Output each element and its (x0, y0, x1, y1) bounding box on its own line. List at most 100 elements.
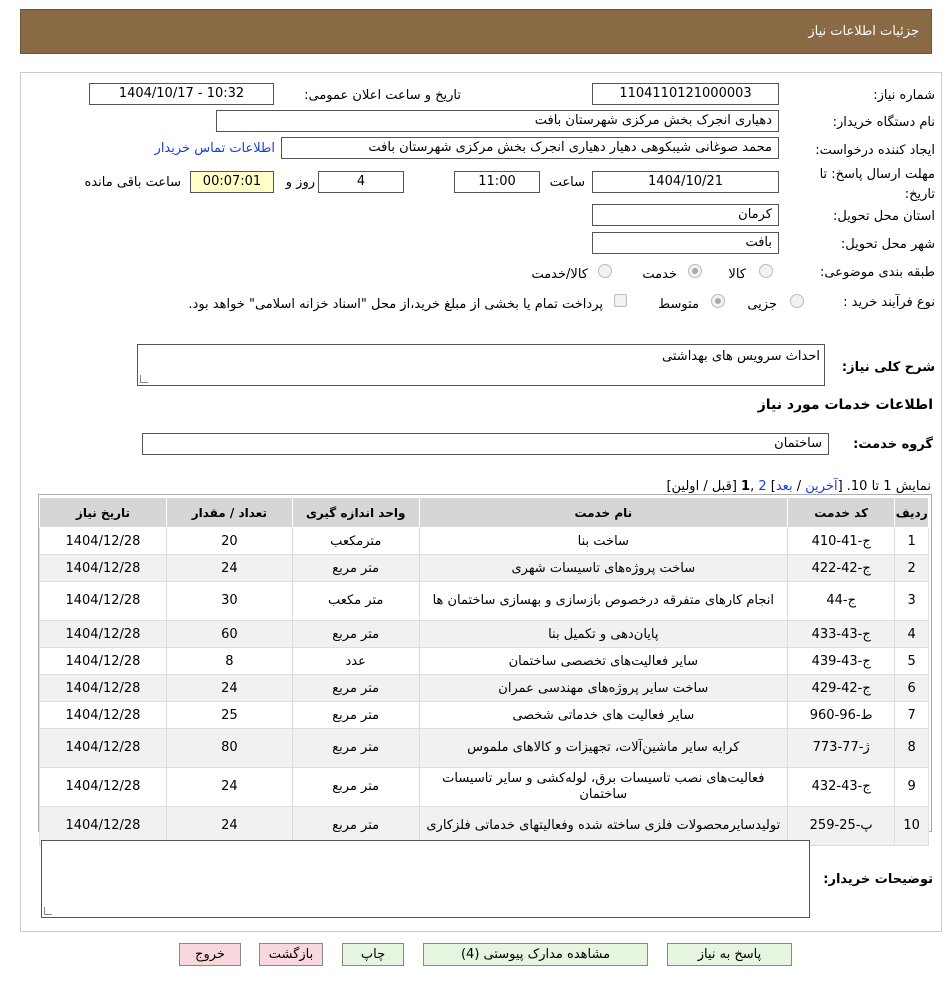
requester-label: ایجاد کننده درخواست: (815, 143, 935, 158)
pagination-last-link[interactable]: آخرین (805, 479, 837, 494)
pagination-bracket: ] (766, 479, 776, 494)
cell-quantity: 80 (165, 728, 293, 768)
services-table-container: ردیف کد خدمت نام خدمت واحد اندازه گیری ت… (38, 494, 932, 846)
cell-need-date: 1404/12/28 (39, 647, 167, 675)
cell-need-date: 1404/12/28 (39, 674, 167, 702)
pagination-page-2[interactable]: 2 (758, 479, 766, 494)
process-option-minor: جزیی (747, 297, 777, 312)
cell-row-number: 5 (894, 647, 929, 675)
category-option-service: خدمت (642, 267, 677, 282)
cell-service-code: ج-42-422 (786, 554, 896, 582)
summary-textarea[interactable]: احداث سرویس های بهداشتی (137, 344, 825, 386)
process-radio-medium[interactable] (711, 294, 725, 308)
page-header: جزئیات اطلاعات نیاز (20, 9, 932, 54)
buyer-org-field: دهیاری انجرک بخش مرکزی شهرستان بافت (216, 110, 779, 132)
need-number-field: 1104110121000003 (592, 83, 779, 105)
cell-service-code: ج-41-410 (786, 527, 896, 555)
cell-service-name: ساخت سایر پروژه‌های مهندسی عمران (418, 674, 788, 702)
col-header-service-code: کد خدمت (786, 497, 896, 528)
table-row: 4 ج-43-433 پایان‌دهی و تکمیل بنا متر مربع 60… (39, 620, 929, 648)
category-radio-goods[interactable] (759, 264, 773, 278)
category-radio-goods-service[interactable] (598, 264, 612, 278)
cell-service-code: ط-96-960 (786, 701, 896, 729)
cell-quantity: 8 (165, 647, 293, 675)
cell-unit: مترمکعب (291, 527, 420, 555)
cell-quantity: 25 (165, 701, 293, 729)
pagination-separator: / (792, 479, 806, 494)
cell-quantity: 24 (165, 767, 293, 807)
cell-quantity: 30 (165, 581, 293, 621)
deadline-time-label: ساعت (549, 175, 585, 190)
announce-label: تاریخ و ساعت اعلان عمومی: (304, 88, 461, 103)
city-field: بافت (592, 232, 779, 254)
cell-need-date: 1404/12/28 (39, 554, 167, 582)
buyer-notes-textarea[interactable] (41, 840, 810, 918)
cell-quantity: 20 (165, 527, 293, 555)
cell-service-name: پایان‌دهی و تکمیل بنا (418, 620, 788, 648)
cell-row-number: 1 (894, 527, 929, 555)
need-number-label: شماره نیاز: (873, 88, 935, 103)
table-row: 5 ج-43-439 سایر فعالیت‌های تخصصی ساختمان عد… (39, 647, 929, 675)
deadline-time-field: 11:00 (454, 171, 540, 193)
treasury-checkbox[interactable] (614, 294, 627, 307)
cell-service-name: سایر فعالیت‌های تخصصی ساختمان (418, 647, 788, 675)
service-group-field: ساختمان (142, 433, 829, 455)
services-section-title: اطلاعات خدمات مورد نیاز (757, 397, 933, 413)
col-header-row-number: ردیف (894, 497, 929, 528)
process-radio-minor[interactable] (790, 294, 804, 308)
buyer-contact-link[interactable]: اطلاعات تماس خریدار (155, 141, 275, 156)
cell-row-number: 10 (894, 806, 929, 846)
province-field: کرمان (592, 204, 779, 226)
cell-need-date: 1404/12/28 (39, 620, 167, 648)
summary-label: شرح کلی نیاز: (841, 360, 935, 375)
cell-service-name: ساخت بنا (418, 527, 788, 555)
days-field: 4 (318, 171, 404, 193)
cell-need-date: 1404/12/28 (39, 728, 167, 768)
treasury-note: پرداخت تمام یا بخشی از مبلغ خرید،از محل … (188, 297, 603, 312)
cell-unit: متر مربع (291, 620, 420, 648)
pagination-text: نمایش 1 تا 10. [ (837, 479, 931, 494)
cell-row-number: 7 (894, 701, 929, 729)
cell-service-name: سایر فعالیت های خدماتی شخصی (418, 701, 788, 729)
pagination-prev-first: [قبل / اولین] (666, 479, 742, 494)
cell-service-code: ج-43-432 (786, 767, 896, 807)
cell-quantity: 60 (165, 620, 293, 648)
announce-field: 1404/10/17 - 10:32 (89, 83, 274, 105)
view-attachments-button[interactable]: مشاهده مدارک پیوستی (4) (423, 943, 648, 966)
pagination: نمایش 1 تا 10. [آخرین / بعد] 2 ,1 [قبل /… (666, 479, 931, 494)
city-label: شهر محل تحویل: (840, 237, 935, 252)
cell-row-number: 9 (894, 767, 929, 807)
cell-service-name: ساخت پروژه‌های تاسیسات شهری (418, 554, 788, 582)
cell-unit: عدد (291, 647, 420, 675)
table-row: 7 ط-96-960 سایر فعالیت های خدماتی شخصی متر … (39, 701, 929, 729)
cell-unit: متر مربع (291, 728, 420, 768)
cell-service-code: ج-42-429 (786, 674, 896, 702)
table-header-row: ردیف کد خدمت نام خدمت واحد اندازه گیری ت… (39, 497, 929, 528)
cell-unit: متر مربع (291, 554, 420, 582)
pagination-next-link[interactable]: بعد (776, 479, 793, 494)
deadline-label: مهلت ارسال پاسخ: تا تاریخ: (819, 167, 935, 202)
deadline-date-field: 1404/10/21 (592, 171, 779, 193)
buyer-org-label: نام دستگاه خریدار: (832, 115, 935, 130)
process-label: نوع فرآیند خرید : (843, 295, 935, 310)
cell-need-date: 1404/12/28 (39, 767, 167, 807)
resize-handle-icon[interactable] (140, 375, 148, 383)
buyer-notes-label: توضیحات خریدار: (823, 872, 933, 887)
cell-service-name: کرایه سایر ماشین‌آلات، تجهیزات و کالاهای… (418, 728, 788, 768)
table-row: 9 ج-43-432 فعالیت‌های نصب تاسیسات برق، لول… (39, 767, 929, 807)
back-button[interactable]: بازگشت (259, 943, 323, 966)
cell-row-number: 4 (894, 620, 929, 648)
table-row: 1 ج-41-410 ساخت بنا مترمکعب 20 1404/12/28 (39, 527, 929, 555)
resize-handle-icon[interactable] (44, 907, 52, 915)
col-header-service-name: نام خدمت (418, 497, 788, 528)
category-radio-service[interactable] (688, 264, 702, 278)
province-label: استان محل تحویل: (833, 209, 935, 224)
cell-unit: متر مربع (291, 767, 420, 807)
cell-quantity: 24 (165, 674, 293, 702)
cell-row-number: 2 (894, 554, 929, 582)
services-table: ردیف کد خدمت نام خدمت واحد اندازه گیری ت… (39, 497, 929, 846)
exit-button[interactable]: خروج (179, 943, 241, 966)
table-row: 8 ژ-77-773 کرایه سایر ماشین‌آلات، تجهیزات … (39, 728, 929, 768)
respond-button[interactable]: پاسخ به نیاز (667, 943, 792, 966)
print-button[interactable]: چاپ (342, 943, 404, 966)
